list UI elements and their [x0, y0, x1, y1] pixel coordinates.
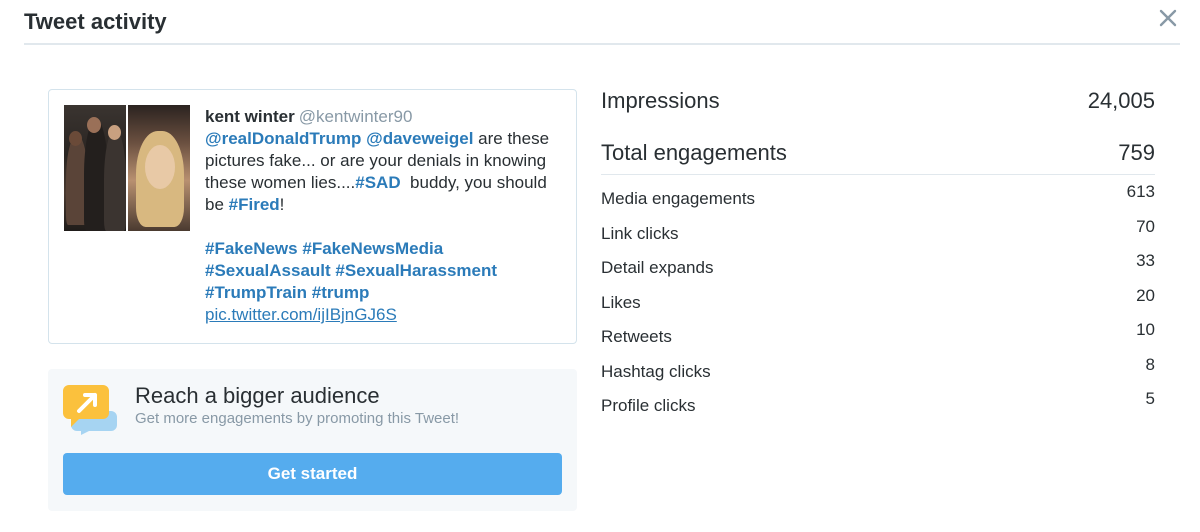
stat-label: Link clicks	[601, 223, 679, 243]
stat-row: Media engagements 613	[601, 182, 1155, 219]
tweet-card[interactable]: kent winter @kentwinter90 @realDonaldTrum…	[48, 89, 577, 344]
stat-value: 5	[1145, 389, 1155, 408]
media-thumbnail[interactable]	[128, 105, 190, 231]
impressions-value: 24,005	[1087, 88, 1155, 113]
total-engagements-row: Total engagements 759	[601, 132, 1155, 175]
hashtag-link[interactable]: #TrumpTrain	[205, 283, 307, 302]
promote-panel: Reach a bigger audience Get more engagem…	[48, 369, 577, 511]
modal-title: Tweet activity	[24, 9, 167, 34]
stat-label: Hashtag clicks	[601, 361, 711, 381]
stat-label: Retweets	[601, 327, 672, 346]
media-link[interactable]: pic.twitter.com/ijIBjnGJ6S	[205, 305, 397, 324]
mention-link[interactable]: @realDonaldTrump	[205, 129, 361, 148]
get-started-button[interactable]: Get started	[63, 453, 562, 495]
media-thumbnail[interactable]	[64, 105, 126, 231]
hashtag-link[interactable]: #SexualAssault	[205, 261, 331, 280]
hashtag-link[interactable]: #FakeNewsMedia	[302, 239, 443, 258]
tweet-stats: Impressions 24,005 Total engagements 759…	[601, 80, 1155, 426]
stat-row: Detail expands 33	[601, 251, 1155, 288]
stat-label: Media engagements	[601, 189, 756, 208]
tweet-media[interactable]	[64, 105, 190, 231]
total-engagements-value: 759	[1118, 140, 1155, 165]
hashtag-link[interactable]: #FakeNews	[205, 239, 298, 258]
author-handle[interactable]: @kentwinter90	[299, 107, 413, 126]
hashtag-link[interactable]: #SAD	[355, 173, 400, 192]
stat-value: 33	[1136, 251, 1155, 270]
hashtag-link[interactable]: #Fired	[229, 195, 280, 214]
modal-header: Tweet activity	[24, 0, 1180, 45]
stat-row: Profile clicks 5	[601, 389, 1155, 426]
stat-label: Likes	[601, 292, 641, 312]
tweet-author: kent winter @kentwinter90	[205, 106, 565, 128]
promo-subtitle: Get more engagements by promoting this T…	[135, 410, 460, 427]
close-icon[interactable]	[1156, 6, 1180, 30]
hashtag-link[interactable]: #trump	[312, 283, 370, 302]
impressions-label: Impressions	[601, 88, 720, 113]
promo-title: Reach a bigger audience	[135, 383, 380, 408]
stat-row: Retweets 10	[601, 320, 1155, 357]
stat-row: Hashtag clicks 8	[601, 354, 1155, 392]
stat-row: Link clicks 70	[601, 216, 1155, 254]
tweet-text-part: !	[279, 195, 285, 214]
stat-value: 8	[1145, 354, 1155, 374]
megaphone-chat-icon	[63, 383, 119, 435]
impressions-row: Impressions 24,005	[601, 80, 1155, 132]
stat-value: 20	[1136, 285, 1155, 305]
hashtag-link[interactable]: #SexualHarassment	[335, 261, 497, 280]
stat-value: 70	[1136, 216, 1155, 236]
stat-value: 10	[1136, 320, 1155, 339]
tweet-body: kent winter @kentwinter90 @realDonaldTrum…	[205, 106, 565, 326]
stat-label: Profile clicks	[601, 396, 696, 415]
stat-row: Likes 20	[601, 285, 1155, 323]
tweet-text: @realDonaldTrump @daveweigel are these p…	[205, 128, 565, 326]
engagement-breakdown: Media engagements 613 Link clicks 70 Det…	[601, 182, 1155, 426]
author-name[interactable]: kent winter	[205, 107, 295, 126]
mention-link[interactable]: @daveweigel	[366, 129, 473, 148]
stat-value: 613	[1126, 182, 1155, 201]
total-engagements-label: Total engagements	[601, 140, 787, 165]
stat-label: Detail expands	[601, 258, 714, 277]
